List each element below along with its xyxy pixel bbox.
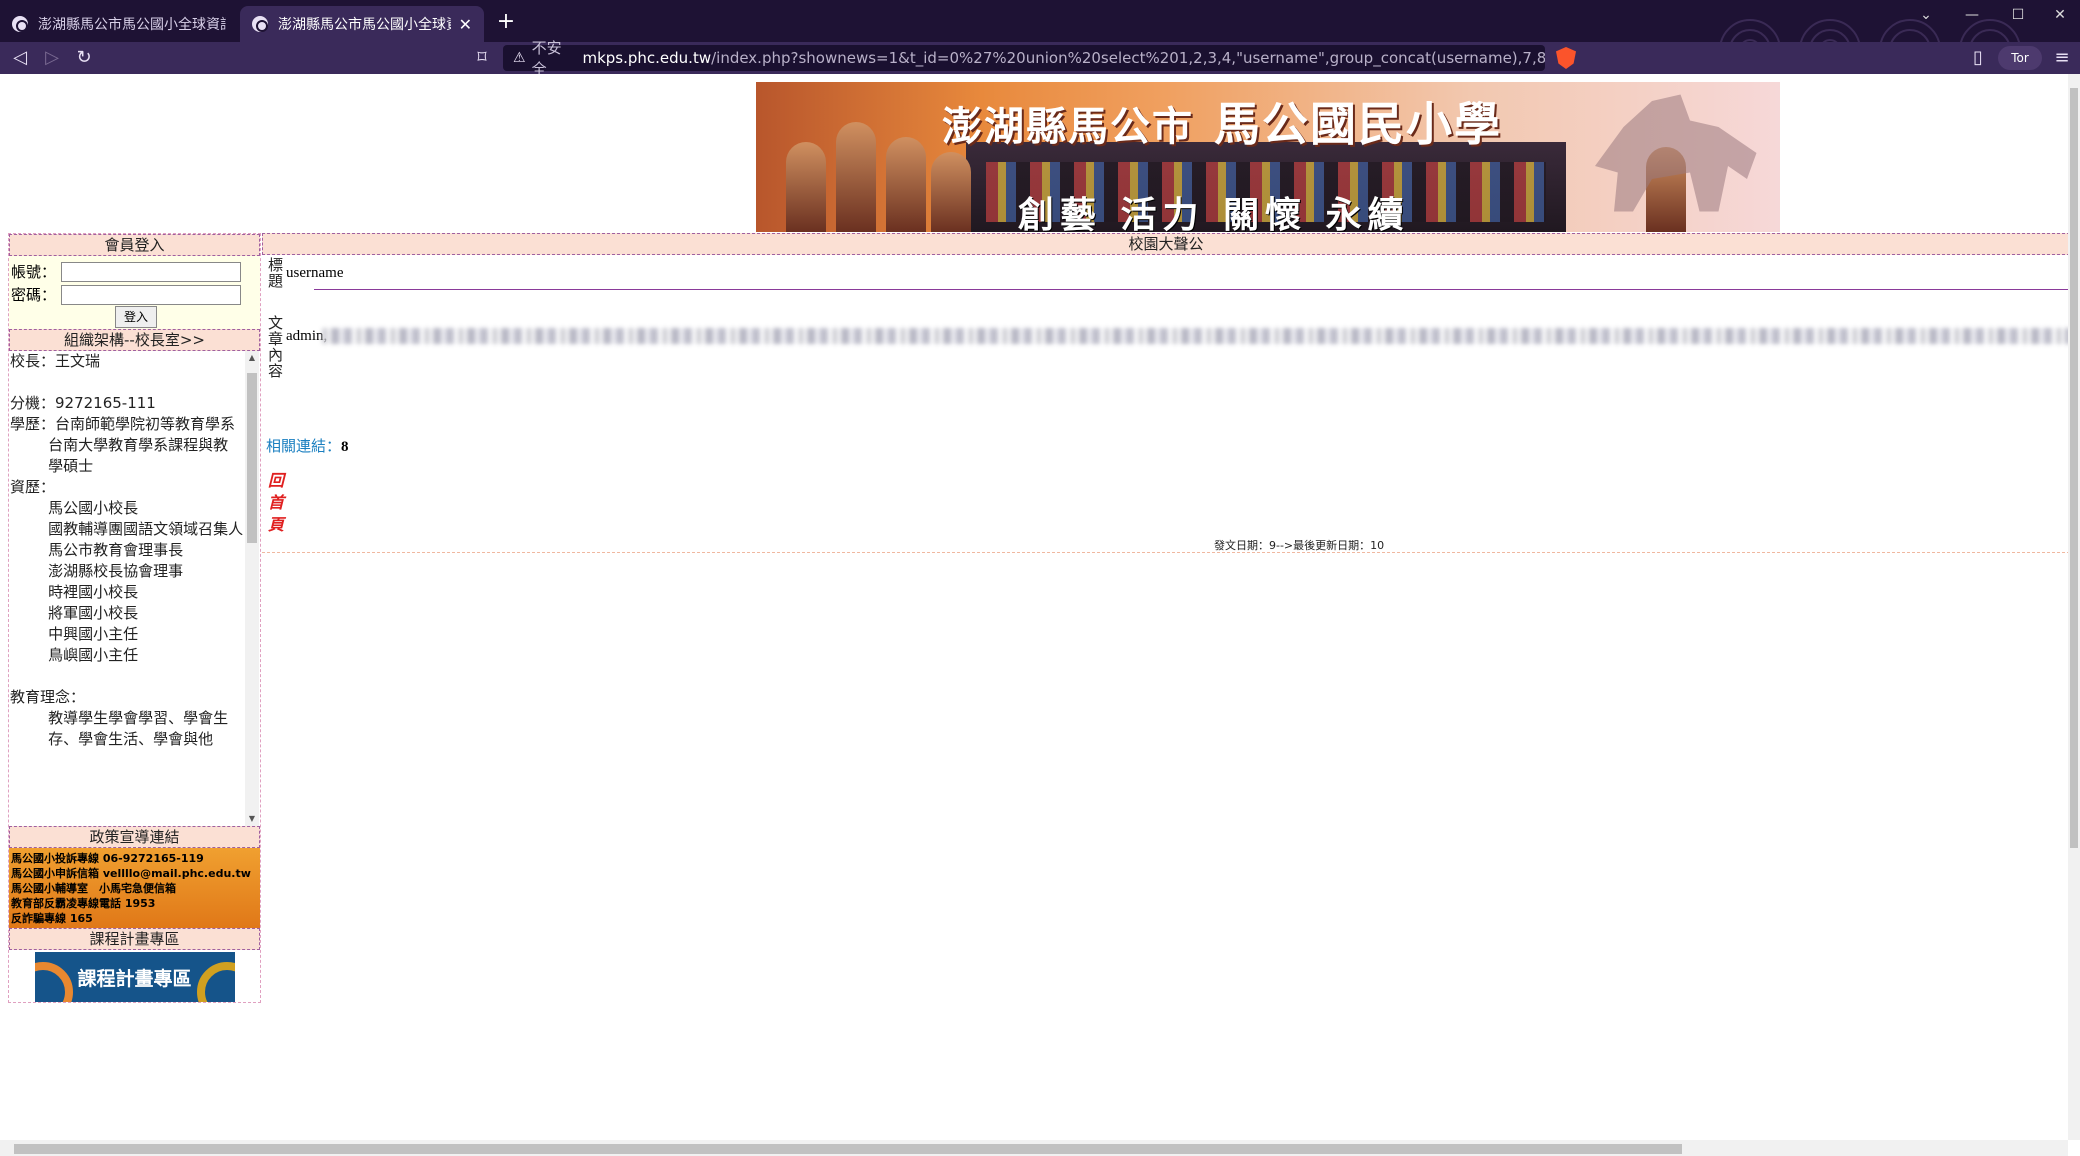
policy-line: 馬公國小投訴專線 06-9272165-119 [11, 852, 204, 865]
content-label: 文章內容 [268, 314, 284, 380]
policy-links-image[interactable]: 馬公國小投訴專線 06-9272165-119 馬公國小申訴信箱 vellllo… [9, 848, 260, 928]
policy-header: 政策宣導連結 [9, 826, 260, 848]
main-news-panel: 校園大聲公 標題 username 文章內容 admin, 相關連結：8 回首頁… [262, 233, 2068, 553]
password-input[interactable] [61, 284, 241, 305]
related-link: 相關連結：8 [266, 435, 349, 456]
browser-tab-active[interactable]: 澎湖縣馬公市馬公國小全球資訊網 ✕ [240, 6, 484, 42]
globe-icon [252, 16, 268, 32]
policy-line: 馬公國小輔導室 小馬宅急便信箱 [11, 882, 176, 895]
banner-school: 馬公國民小學 [1214, 97, 1502, 151]
browser-toolbar: ◁ ▷ ↻ ⌑ ⚠ 不安全 mkps.phc.edu.tw /index.php… [0, 39, 2080, 78]
banner-slogan: 創藝 活力 關懷 永續 [1018, 194, 1410, 232]
tab-search-icon[interactable]: ⌄ [1906, 4, 1946, 26]
scroll-thumb[interactable] [2070, 88, 2078, 848]
close-window-icon[interactable]: ✕ [2040, 4, 2080, 26]
policy-line: 反詐騙專線 165 [11, 912, 93, 925]
related-label: 相關連結： [266, 437, 342, 455]
menu-icon[interactable]: ≡ [2050, 46, 2074, 70]
policy-line: 教育部反霸凌專線電話 1953 [11, 897, 156, 910]
divider [314, 289, 2068, 290]
url-path: /index.php?shownews=1&t_id=0%27%20union%… [711, 49, 1545, 67]
minimize-icon[interactable]: — [1952, 4, 1992, 26]
post-dates: 發文日期：9-->最後更新日期：10 [1214, 539, 1385, 552]
password-label: 密碼： [11, 286, 57, 304]
left-sidebar: 會員登入 帳號： 密碼： 登入 組織架構--校長室>> 校長：王文瑞 分機：92… [8, 233, 261, 1003]
banner-city: 澎湖縣馬公市 [942, 103, 1194, 150]
tab-title: 澎湖縣馬公市馬公國小全球資訊網 [278, 17, 451, 33]
globe-icon [12, 16, 28, 32]
course-header: 課程計畫專區 [9, 928, 260, 950]
redacted-content [322, 328, 2068, 344]
principal-scrollbar[interactable]: ▲ ▼ [245, 351, 259, 826]
banner-figure [836, 122, 876, 232]
banner-figure [786, 142, 826, 232]
account-label: 帳號： [11, 263, 57, 281]
news-header: 校園大聲公 [262, 233, 2068, 255]
address-bar[interactable]: ⚠ 不安全 mkps.phc.edu.tw /index.php?shownew… [503, 39, 1545, 78]
login-header: 會員登入 [9, 234, 260, 256]
bookmark-icon[interactable]: ⌑ [470, 46, 494, 70]
forward-icon[interactable]: ▷ [40, 46, 64, 70]
web-page: 澎湖縣馬公市 馬公國民小學 創藝 活力 關懷 永續 會員登入 帳號： 密碼： 登入… [0, 74, 2068, 1140]
maximize-icon[interactable]: ☐ [1998, 4, 2038, 26]
new-tab-button[interactable]: + [492, 8, 520, 36]
principal-info-text: 校長：王文瑞 分機：9272165-111 學歷：台南師範學院初等教育學系 台南… [10, 352, 244, 748]
scroll-down-icon[interactable]: ▼ [247, 814, 257, 824]
news-title: username [286, 265, 344, 281]
page-horizontal-scrollbar[interactable] [0, 1140, 2068, 1156]
security-label: 不安全 [531, 39, 562, 78]
url-host: mkps.phc.edu.tw [582, 49, 712, 67]
banner-title: 澎湖縣馬公市 馬公國民小學 [942, 88, 1502, 154]
policy-line: 馬公國小申訴信箱 vellllo@mail.phc.edu.tw [11, 867, 251, 880]
brave-shields-icon[interactable] [1556, 47, 1576, 69]
related-value[interactable]: 8 [341, 439, 349, 455]
scroll-thumb[interactable] [14, 1144, 1682, 1154]
course-banner-text: 課程計畫專區 [77, 967, 192, 990]
home-link[interactable]: 回首頁 [268, 470, 286, 536]
back-icon[interactable]: ◁ [8, 46, 32, 70]
browser-tab[interactable]: 澎湖縣馬公市馬公國小全球資訊網 [0, 6, 238, 42]
account-input[interactable] [61, 261, 241, 282]
login-button[interactable]: 登入 [115, 306, 157, 328]
browser-titlebar: 澎湖縣馬公市馬公國小全球資訊網 澎湖縣馬公市馬公國小全球資訊網 ✕ + ⌄ — … [0, 0, 2080, 42]
tab-title: 澎湖縣馬公市馬公國小全球資訊網 [38, 17, 226, 33]
tor-button[interactable]: Tor [1998, 46, 2042, 70]
warning-icon: ⚠ [513, 50, 526, 66]
scroll-up-icon[interactable]: ▲ [247, 353, 257, 363]
banner-figure [886, 137, 926, 232]
sidebar-toggle-icon[interactable]: ▯ [1966, 46, 1990, 70]
reload-icon[interactable]: ↻ [72, 46, 96, 70]
close-tab-icon[interactable]: ✕ [459, 15, 472, 34]
scroll-thumb[interactable] [247, 373, 257, 543]
course-plan-banner[interactable]: 課程計畫專區 [34, 952, 235, 1002]
school-banner: 澎湖縣馬公市 馬公國民小學 創藝 活力 關懷 永續 [756, 82, 1780, 232]
login-form: 帳號： 密碼： 登入 [9, 256, 260, 329]
title-label: 標題 [268, 256, 284, 290]
principal-info-panel[interactable]: 校長：王文瑞 分機：9272165-111 學歷：台南師範學院初等教育學系 台南… [9, 351, 260, 826]
banner-figure [931, 152, 971, 232]
org-header[interactable]: 組織架構--校長室>> [9, 329, 260, 351]
page-vertical-scrollbar[interactable] [2068, 74, 2080, 1140]
